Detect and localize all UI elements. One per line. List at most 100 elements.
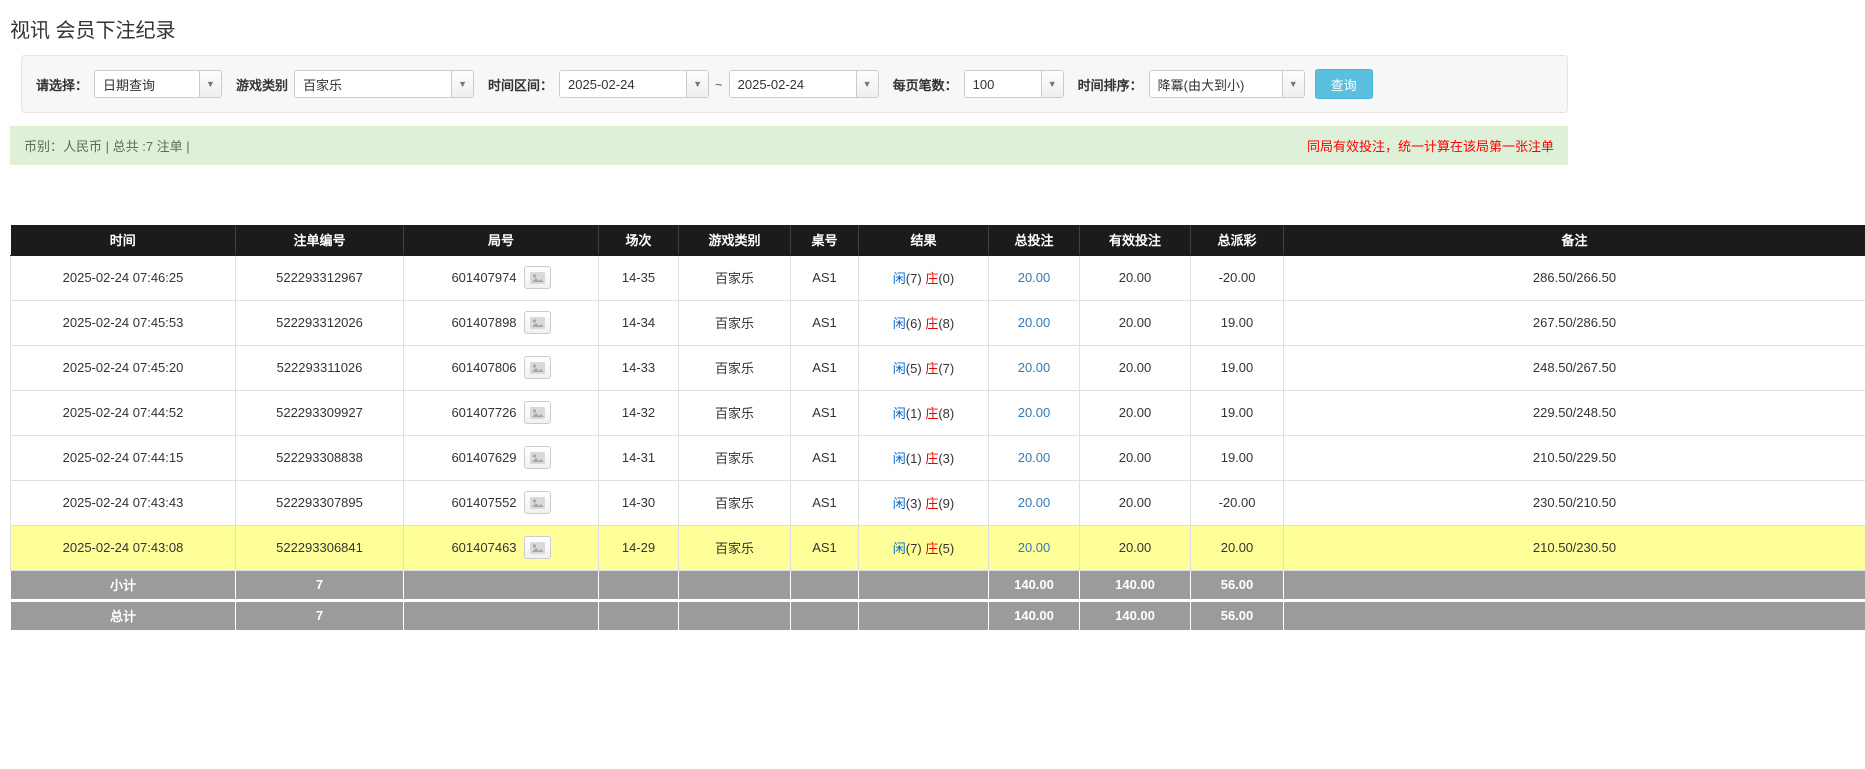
select-mode-combobox[interactable]: ▼ [94,70,222,98]
player-score: (7) [906,541,922,556]
cell-round: 601407726 [404,390,599,435]
cell-session: 14-33 [599,345,679,390]
total-bet-link[interactable]: 20.00 [1018,315,1051,330]
game-type-input[interactable] [295,71,451,97]
game-record-icon[interactable] [524,446,551,469]
currency-summary-text: 币别：人民币 | 总共 :7 注单 | [24,136,190,155]
total-bet-link[interactable]: 20.00 [1018,540,1051,555]
sort-order-combobox[interactable]: ▼ [1149,70,1305,98]
banker-score: (5) [938,541,954,556]
round-number: 601407726 [451,405,516,420]
total-bet-link[interactable]: 20.00 [1018,450,1051,465]
player-score: (3) [906,496,922,511]
cell-valid-bet: 20.00 [1080,480,1191,525]
round-number: 601407552 [451,495,516,510]
game-record-icon[interactable] [524,356,551,379]
search-button[interactable]: 查询 [1315,69,1373,99]
total-bet-link[interactable]: 20.00 [1018,360,1051,375]
chevron-down-icon[interactable]: ▼ [856,71,878,97]
page-size-label: 每页笔数： [893,75,958,94]
cell-result: 闲(7) 庄(0) [859,255,989,300]
sort-order-input[interactable] [1150,71,1282,97]
banker-score: (0) [938,271,954,286]
table-row: 2025-02-24 07:43:43 522293307895 6014075… [11,480,1865,525]
total-bet-link[interactable]: 20.00 [1018,405,1051,420]
subtotal-row: 小计 7 140.00 140.00 56.00 [11,570,1865,600]
game-type-label: 游戏类别 [236,75,288,94]
total-bet-link[interactable]: 20.00 [1018,495,1051,510]
round-number: 601407806 [451,360,516,375]
cell-note: 229.50/248.50 [1284,390,1865,435]
total-row: 总计 7 140.00 140.00 56.00 [11,600,1865,630]
cell-session: 14-31 [599,435,679,480]
date-to-picker[interactable]: ▼ [729,70,879,98]
date-from-picker[interactable]: ▼ [559,70,709,98]
banker-score: (9) [938,496,954,511]
round-number: 601407629 [451,450,516,465]
cell-result: 闲(7) 庄(5) [859,525,989,570]
chevron-down-icon[interactable]: ▼ [1282,71,1304,97]
cell-total-bet: 20.00 [989,525,1080,570]
cell-table-no: AS1 [791,345,859,390]
chevron-down-icon[interactable]: ▼ [199,71,221,97]
cell-payout: 19.00 [1191,390,1284,435]
game-record-icon[interactable] [524,311,551,334]
total-payout: 56.00 [1191,600,1284,630]
cell-time: 2025-02-24 07:46:25 [11,255,236,300]
cell-game-type: 百家乐 [679,480,791,525]
banker-score: (8) [938,316,954,331]
cell-table-no: AS1 [791,480,859,525]
player-score: (1) [906,451,922,466]
subtotal-count: 7 [236,570,404,600]
col-header-note: 备注 [1284,225,1865,255]
subtotal-total-bet: 140.00 [989,570,1080,600]
cell-session: 14-34 [599,300,679,345]
game-record-icon[interactable] [524,491,551,514]
cell-round: 601407463 [404,525,599,570]
table-row-highlighted: 2025-02-24 07:43:08 522293306841 6014074… [11,525,1865,570]
cell-game-type: 百家乐 [679,255,791,300]
cell-game-type: 百家乐 [679,525,791,570]
cell-total-bet: 20.00 [989,480,1080,525]
cell-valid-bet: 20.00 [1080,525,1191,570]
date-to-input[interactable] [730,71,856,97]
game-record-icon[interactable] [524,266,551,289]
cell-game-type: 百家乐 [679,300,791,345]
cell-total-bet: 20.00 [989,255,1080,300]
table-row: 2025-02-24 07:44:52 522293309927 6014077… [11,390,1865,435]
date-from-input[interactable] [560,71,686,97]
date-range-separator: ~ [715,77,723,92]
cell-result: 闲(3) 庄(9) [859,480,989,525]
chevron-down-icon[interactable]: ▼ [451,71,473,97]
game-type-combobox[interactable]: ▼ [294,70,474,98]
chevron-down-icon[interactable]: ▼ [686,71,708,97]
cell-game-type: 百家乐 [679,435,791,480]
bet-records-table: 时间 注单编号 局号 场次 游戏类别 桌号 结果 总投注 有效投注 总派彩 备注… [10,225,1865,631]
banker-score: (8) [938,406,954,421]
cell-result: 闲(1) 庄(8) [859,390,989,435]
game-record-icon[interactable] [524,401,551,424]
game-record-icon[interactable] [524,536,551,559]
cell-time: 2025-02-24 07:44:15 [11,435,236,480]
total-bet-link[interactable]: 20.00 [1018,270,1051,285]
chevron-down-icon[interactable]: ▼ [1041,71,1063,97]
cell-note: 286.50/266.50 [1284,255,1865,300]
total-count: 7 [236,600,404,630]
sort-order-label: 时间排序： [1078,75,1143,94]
cell-bet-id: 522293309927 [236,390,404,435]
page-size-combobox[interactable]: ▼ [964,70,1064,98]
total-label: 总计 [11,600,236,630]
select-mode-input[interactable] [95,71,199,97]
player-score: (6) [906,316,922,331]
player-score: (7) [906,271,922,286]
cell-note: 230.50/210.50 [1284,480,1865,525]
cell-round: 601407629 [404,435,599,480]
page-size-input[interactable] [965,71,1041,97]
cell-time: 2025-02-24 07:44:52 [11,390,236,435]
table-header-row: 时间 注单编号 局号 场次 游戏类别 桌号 结果 总投注 有效投注 总派彩 备注 [11,225,1865,255]
cell-bet-id: 522293308838 [236,435,404,480]
cell-note: 267.50/286.50 [1284,300,1865,345]
col-header-valid-bet: 有效投注 [1080,225,1191,255]
table-row: 2025-02-24 07:45:20 522293311026 6014078… [11,345,1865,390]
player-result: 闲 [893,361,906,376]
